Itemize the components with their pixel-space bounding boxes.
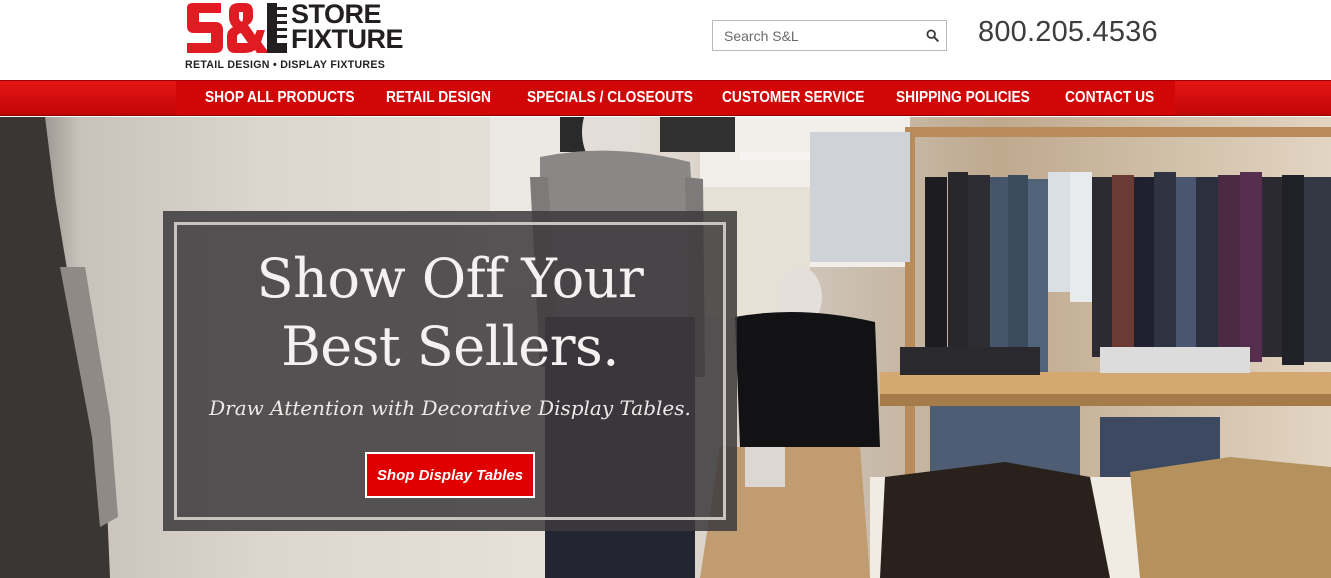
main-nav: SHOP ALL PRODUCTS RETAIL DESIGN SPECIALS… bbox=[0, 80, 1331, 116]
logo-tagline: RETAIL DESIGN • DISPLAY FIXTURES bbox=[185, 59, 386, 71]
search-icon bbox=[925, 29, 939, 42]
nav-item-contact-us[interactable]: CONTACT US bbox=[1065, 89, 1154, 107]
promo-subtitle: Draw Attention with Decorative Display T… bbox=[209, 396, 691, 420]
logo-mark bbox=[187, 3, 287, 53]
promo-title: Show Off Your Best Sellers. bbox=[163, 245, 737, 381]
search-box bbox=[712, 20, 947, 51]
site-logo[interactable]: STORE FIXTURE RETAIL DESIGN • DISPLAY FI… bbox=[185, 1, 404, 72]
search-button[interactable] bbox=[918, 21, 946, 50]
nav-item-specials-closeouts[interactable]: SPECIALS / CLOSEOUTS bbox=[527, 89, 693, 107]
nav-item-shipping-policies[interactable]: SHIPPING POLICIES bbox=[896, 89, 1030, 107]
promo-title-line-1: Show Off Your bbox=[256, 247, 644, 310]
logo-word-fixture: FIXTURE bbox=[291, 24, 404, 54]
site-header: STORE FIXTURE RETAIL DESIGN • DISPLAY FI… bbox=[0, 0, 1331, 80]
shop-display-tables-button[interactable]: Shop Display Tables bbox=[365, 452, 535, 498]
search-input[interactable] bbox=[713, 21, 918, 50]
phone-number[interactable]: 800.205.4536 bbox=[978, 16, 1158, 49]
promo-panel: Show Off Your Best Sellers. Draw Attenti… bbox=[163, 211, 737, 531]
nav-item-retail-design[interactable]: RETAIL DESIGN bbox=[386, 89, 491, 107]
logo-wordmark: STORE FIXTURE bbox=[291, 1, 404, 54]
main-nav-bar: SHOP ALL PRODUCTS RETAIL DESIGN SPECIALS… bbox=[176, 81, 1175, 115]
nav-item-customer-service[interactable]: CUSTOMER SERVICE bbox=[722, 89, 864, 107]
hero-banner[interactable]: Show Off Your Best Sellers. Draw Attenti… bbox=[0, 117, 1331, 578]
promo-title-line-2: Best Sellers. bbox=[281, 315, 619, 378]
nav-item-shop-all-products[interactable]: SHOP ALL PRODUCTS bbox=[205, 89, 355, 107]
